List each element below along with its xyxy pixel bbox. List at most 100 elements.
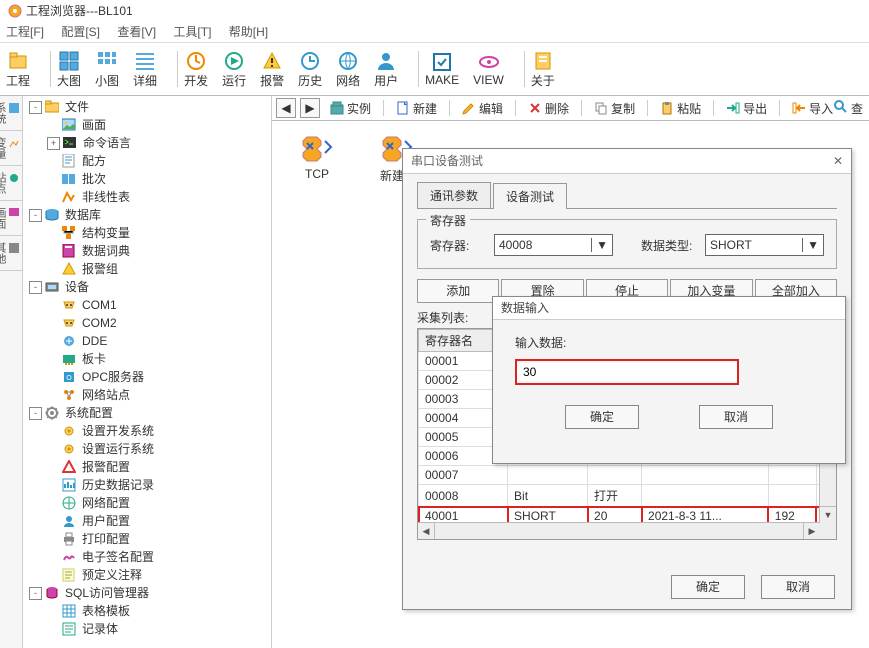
tree-item-18[interactable]: 设置开发系统 (23, 422, 271, 440)
delete-button[interactable]: 删除 (522, 98, 575, 118)
side-tab-2[interactable]: 站点 (0, 166, 22, 201)
tree-item-22[interactable]: 网络配置 (23, 494, 271, 512)
tree-com-icon (62, 316, 76, 330)
tree-item-2[interactable]: +命令语言 (23, 134, 271, 152)
tree-item-21[interactable]: 历史数据记录 (23, 476, 271, 494)
tree-toggle-icon[interactable]: - (29, 407, 42, 420)
tree-toggle-icon[interactable]: - (29, 101, 42, 114)
tree-item-6[interactable]: -数据库 (23, 206, 271, 224)
tree-item-3[interactable]: 配方 (23, 152, 271, 170)
tree-item-27[interactable]: -SQL访问管理器 (23, 584, 271, 602)
data-input-field[interactable] (517, 363, 737, 381)
nav-fwd-button[interactable]: ▶ (300, 98, 320, 118)
toolbar-run-button[interactable]: 运行 (222, 50, 246, 89)
toolbar-about-button[interactable]: 关于 (531, 50, 555, 89)
menu-config[interactable]: 配置[S] (61, 25, 100, 39)
dialog-cancel-button[interactable]: 取消 (761, 575, 835, 599)
tree-item-28[interactable]: 表格模板 (23, 602, 271, 620)
tree-item-13[interactable]: DDE (23, 332, 271, 350)
tree-item-12[interactable]: COM2 (23, 314, 271, 332)
tree-item-5[interactable]: 非线性表 (23, 188, 271, 206)
device-TCP[interactable]: TCP (282, 131, 352, 181)
tree-item-25[interactable]: 电子签名配置 (23, 548, 271, 566)
tree-item-10[interactable]: -设备 (23, 278, 271, 296)
group-label: 寄存器 (426, 212, 470, 229)
tree-toggle-icon[interactable]: - (29, 587, 42, 600)
toolbar-user-button[interactable]: 用户 (374, 50, 398, 89)
nav-back-button[interactable]: ◀ (276, 98, 296, 118)
tree-item-0[interactable]: -文件 (23, 98, 271, 116)
instance-toolbar: ◀ ▶ 实例 新建 编辑 删除 复制 粘贴 导出 导入 查 (272, 96, 869, 121)
tree-item-24[interactable]: 打印配置 (23, 530, 271, 548)
tree-item-19[interactable]: 设置运行系统 (23, 440, 271, 458)
toolbar-big-button[interactable]: 大图 (57, 50, 81, 89)
tree-item-1[interactable]: 画面 (23, 116, 271, 134)
toolbar-hist-button[interactable]: 历史 (298, 50, 322, 89)
tree-item-label: 设置开发系统 (79, 421, 157, 441)
tree-sql-icon (45, 586, 59, 600)
dialog-title-bar[interactable]: 串口设备测试 ✕ (403, 149, 851, 174)
toolbar-dev-button[interactable]: 开发 (184, 50, 208, 89)
tree-item-9[interactable]: 报警组 (23, 260, 271, 278)
tree-toggle-icon[interactable]: - (29, 209, 42, 222)
new-button[interactable]: 新建 (390, 98, 443, 118)
side-tab-1[interactable]: 变量 (0, 131, 22, 166)
tab-device-test[interactable]: 设备测试 (493, 183, 567, 209)
toolbar-proj-button[interactable]: 工程 (6, 50, 30, 89)
tree-tpl-icon (62, 604, 76, 618)
toolbar-make-button[interactable]: MAKE (425, 51, 459, 87)
menu-file[interactable]: 工程[F] (6, 25, 44, 39)
input-dialog-title[interactable]: 数据输入 (493, 297, 845, 320)
input-ok-button[interactable]: 确定 (565, 405, 639, 429)
tree-item-4[interactable]: 批次 (23, 170, 271, 188)
search-icon[interactable] (833, 99, 849, 115)
tree-item-label: 打印配置 (79, 529, 133, 549)
search-label[interactable]: 查 (851, 100, 863, 117)
copy-button[interactable]: 复制 (588, 98, 641, 118)
datatype-combo[interactable]: SHORT▼ (705, 234, 824, 256)
export-button[interactable]: 导出 (720, 98, 773, 118)
side-tab-4[interactable]: 其他 (0, 236, 22, 271)
toolbar-view-button[interactable]: VIEW (473, 51, 504, 87)
action-button-0[interactable]: 添加 (417, 279, 499, 303)
table-row[interactable]: 00007 (419, 466, 836, 485)
tree-item-label: 网络站点 (79, 385, 133, 405)
side-tab-0[interactable]: 系统 (0, 96, 22, 131)
toolbar-small-button[interactable]: 小图 (95, 50, 119, 89)
tree-item-26[interactable]: 预定义注释 (23, 566, 271, 584)
tree-toggle-icon[interactable]: - (29, 281, 42, 294)
tree-item-7[interactable]: 结构变量 (23, 224, 271, 242)
paste-button[interactable]: 粘贴 (654, 98, 707, 118)
tree-item-17[interactable]: -系统配置 (23, 404, 271, 422)
project-tree[interactable]: -文件画面+命令语言配方批次非线性表-数据库结构变量数据词典报警组-设备COM1… (23, 96, 272, 648)
toolbar-net-button[interactable]: 网络 (336, 50, 360, 89)
tree-item-11[interactable]: COM1 (23, 296, 271, 314)
dialog-title: 串口设备测试 (411, 149, 483, 173)
tree-item-20[interactable]: 报警配置 (23, 458, 271, 476)
tab-comm-params[interactable]: 通讯参数 (417, 182, 491, 208)
close-icon[interactable]: ✕ (833, 149, 843, 173)
tree-item-8[interactable]: 数据词典 (23, 242, 271, 260)
tree-toggle-icon[interactable]: + (47, 137, 60, 150)
instance-button[interactable]: 实例 (324, 98, 377, 118)
tree-item-label: 非线性表 (79, 187, 133, 207)
menu-view[interactable]: 查看[V] (117, 25, 156, 39)
grid-hscrollbar[interactable]: ◀▶ (418, 522, 820, 539)
tree-item-15[interactable]: OOPC服务器 (23, 368, 271, 386)
import-button[interactable]: 导入 (786, 98, 839, 118)
tree-item-23[interactable]: 用户配置 (23, 512, 271, 530)
toolbar-detail-button[interactable]: 详细 (133, 50, 157, 89)
table-row[interactable]: 00008Bit打开 (419, 485, 836, 507)
edit-button[interactable]: 编辑 (456, 98, 509, 118)
dialog-ok-button[interactable]: 确定 (671, 575, 745, 599)
tree-item-16[interactable]: 网络站点 (23, 386, 271, 404)
toolbar-alarm-button[interactable]: 报警 (260, 50, 284, 89)
tree-item-14[interactable]: 板卡 (23, 350, 271, 368)
tree-item-29[interactable]: 记录体 (23, 620, 271, 638)
register-combo[interactable]: 40008▼ (494, 234, 613, 256)
input-cancel-button[interactable]: 取消 (699, 405, 773, 429)
window-title: 工程浏览器---BL101 (26, 0, 133, 22)
menu-tool[interactable]: 工具[T] (173, 25, 211, 39)
side-tab-3[interactable]: 画面 (0, 201, 22, 236)
menu-help[interactable]: 帮助[H] (229, 25, 268, 39)
